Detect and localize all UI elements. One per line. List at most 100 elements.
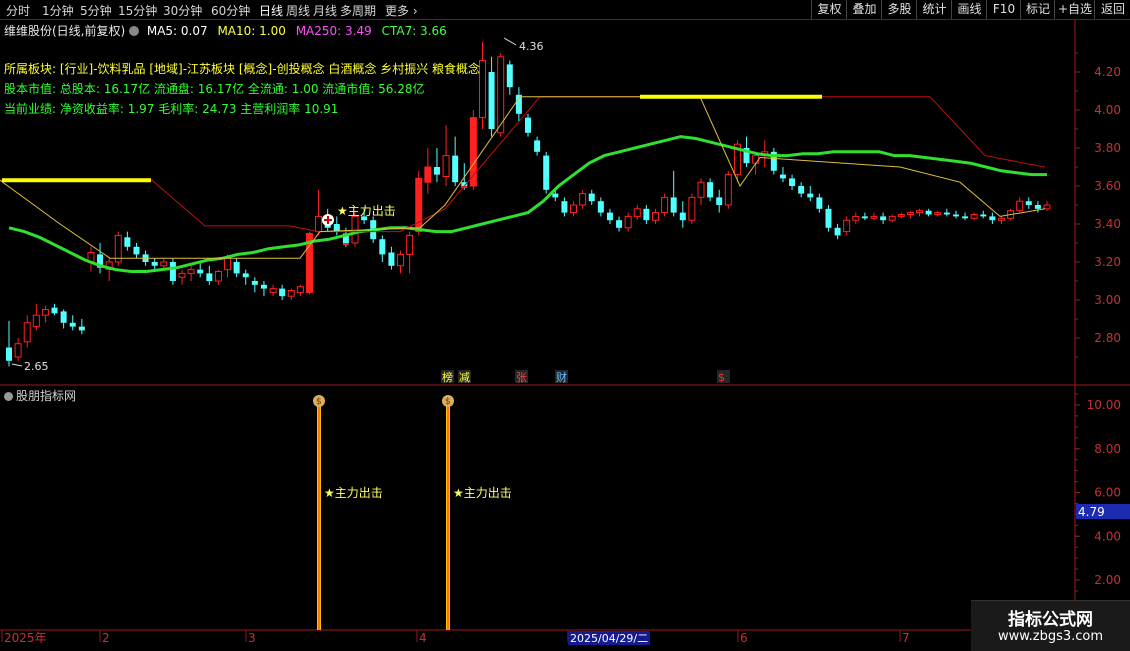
toolbar-button-4[interactable]: 画线 bbox=[951, 0, 987, 19]
candle-body-down bbox=[452, 155, 459, 183]
candle-body-down bbox=[670, 197, 677, 213]
toolbar-button-5[interactable]: F10 bbox=[986, 0, 1021, 19]
main-signal-label: ★主力出击 bbox=[337, 204, 396, 218]
candle-body-up bbox=[697, 181, 705, 198]
toolbar-button-2[interactable]: 多股 bbox=[881, 0, 917, 19]
settings-gear-icon[interactable] bbox=[129, 26, 140, 36]
ma5-label: MA5: 0.07 bbox=[146, 24, 208, 38]
candle-body-down bbox=[925, 210, 932, 215]
candle-body-up bbox=[214, 271, 222, 282]
chevron-down-icon[interactable] bbox=[4, 392, 13, 401]
candle-body-down bbox=[233, 262, 240, 274]
indicator-tick-label: 6.00 bbox=[1094, 486, 1121, 500]
candle-body-up bbox=[1016, 200, 1024, 212]
candle-body-strong bbox=[342, 243, 349, 245]
period-tab-0[interactable]: 分时 bbox=[6, 2, 30, 19]
candle-body-up bbox=[906, 212, 914, 216]
toolbar-button-1[interactable]: 叠加 bbox=[846, 0, 882, 19]
indicator-tick-label: 8.00 bbox=[1094, 442, 1121, 456]
period-tab-5[interactable]: 60分钟 bbox=[211, 2, 250, 19]
time-tick-label: 6 bbox=[740, 631, 748, 645]
candle-body-up bbox=[916, 210, 924, 214]
low-price-pointer bbox=[11, 363, 23, 367]
toolbar-button-3[interactable]: 统计 bbox=[916, 0, 952, 19]
watermark-url: www.zbgs3.com bbox=[997, 629, 1104, 644]
low-price-label: 2.65 bbox=[24, 360, 49, 373]
period-tab-1[interactable]: 1分钟 bbox=[42, 2, 74, 19]
candle-body-down bbox=[552, 193, 559, 198]
toolbar-button-7[interactable]: +自选 bbox=[1054, 0, 1095, 19]
candle-body-up bbox=[843, 219, 851, 233]
period-tab-3[interactable]: 15分钟 bbox=[118, 2, 157, 19]
event-marker-2: 张 bbox=[516, 371, 527, 384]
indicator-signal-label-1: ★主力出击 bbox=[453, 486, 512, 500]
candle-body-down bbox=[124, 237, 131, 247]
candle-body-up bbox=[397, 253, 405, 267]
candle-body-down bbox=[707, 182, 714, 198]
candle-body-down bbox=[679, 212, 686, 221]
sector-info: 所属板块: [行业]-饮料乳品 [地域]-江苏板块 [概念]-创投概念 白酒概念… bbox=[4, 62, 481, 76]
period-tab-7[interactable]: 周线 bbox=[286, 2, 310, 19]
candle-body-strong bbox=[424, 167, 431, 183]
candle-body-down bbox=[989, 216, 996, 221]
high-price-pointer bbox=[503, 37, 517, 46]
price-tick-label: 4.00 bbox=[1094, 103, 1121, 117]
candle-body-down bbox=[597, 201, 604, 213]
candle-body-up bbox=[688, 196, 696, 221]
period-tab-2[interactable]: 5分钟 bbox=[80, 2, 112, 19]
event-marker-4: $ bbox=[718, 371, 725, 384]
period-toolbar: 分时 1分钟 5分钟 15分钟 30分钟 60分钟 日线 周线 月线 多周期 更多 › 复权 叠加 多股统… bbox=[0, 0, 1130, 20]
price-tick-label: 2.80 bbox=[1094, 331, 1121, 345]
candle-body-down bbox=[60, 311, 67, 323]
candle-body-down bbox=[825, 208, 832, 228]
candle-body-up bbox=[224, 257, 232, 271]
candle-body-up bbox=[852, 215, 860, 221]
candle-body-up bbox=[178, 272, 186, 278]
cta7-label: CTA7: 3.66 bbox=[381, 24, 447, 38]
candle-body-down bbox=[816, 197, 823, 209]
candle-body-down bbox=[1025, 201, 1032, 205]
toolbar-button-0[interactable]: 复权 bbox=[811, 0, 847, 19]
time-tick-label: 3 bbox=[248, 631, 256, 645]
candle-body-up bbox=[661, 196, 669, 214]
price-tick-label: 3.80 bbox=[1094, 141, 1121, 155]
candle-body-down bbox=[798, 186, 805, 194]
indicator-signal-label-0: ★主力出击 bbox=[324, 486, 383, 500]
high-price-label: 4.36 bbox=[519, 40, 544, 53]
candle-body-down bbox=[251, 281, 258, 285]
event-marker-3: 财 bbox=[556, 370, 567, 384]
ma-green-line bbox=[8, 135, 1047, 273]
event-marker-1: 减 bbox=[459, 371, 470, 384]
candle-body-down bbox=[525, 117, 531, 133]
period-tab-6[interactable]: 日线 bbox=[259, 2, 283, 19]
toolbar-button-6[interactable]: 标记 bbox=[1020, 0, 1055, 19]
candle-body-down bbox=[69, 322, 76, 327]
candle-body-down bbox=[488, 72, 495, 129]
candle-body-up bbox=[651, 212, 659, 221]
candle-body-down bbox=[980, 214, 987, 217]
money-bag-symbol: $ bbox=[316, 397, 322, 407]
candle-body-up bbox=[888, 215, 896, 221]
period-tab-10[interactable]: 更多 › bbox=[385, 2, 418, 19]
candle-body-down bbox=[260, 284, 267, 289]
time-tick-label: 7 bbox=[902, 631, 910, 645]
candle-body-up bbox=[633, 208, 641, 217]
candle-body-up bbox=[579, 193, 587, 206]
time-tick-label: 2 bbox=[102, 631, 110, 645]
candle-body-up bbox=[970, 214, 978, 219]
indicator-current-value: 4.79 bbox=[1078, 505, 1105, 519]
candle-body-down bbox=[206, 273, 213, 281]
candle-body-up bbox=[160, 261, 168, 267]
indicator-tick-label: 4.00 bbox=[1094, 529, 1121, 543]
stock-title-line: 维维股份(日线,前复权) MA5: 0.07 MA10: 1.00 MA250:… bbox=[4, 22, 447, 39]
candle-body-down bbox=[716, 197, 723, 205]
candle-body-down bbox=[952, 214, 959, 217]
time-cursor-label: 2025/04/29/二 bbox=[570, 632, 648, 645]
candle-body-down bbox=[242, 273, 249, 278]
candle-body-down bbox=[388, 252, 395, 266]
candle-body-up bbox=[724, 174, 732, 206]
period-tab-9[interactable]: 多周期 bbox=[340, 2, 376, 19]
toolbar-button-8[interactable]: 返回 bbox=[1094, 0, 1130, 19]
period-tab-8[interactable]: 月线 bbox=[313, 2, 337, 19]
period-tab-4[interactable]: 30分钟 bbox=[163, 2, 202, 19]
